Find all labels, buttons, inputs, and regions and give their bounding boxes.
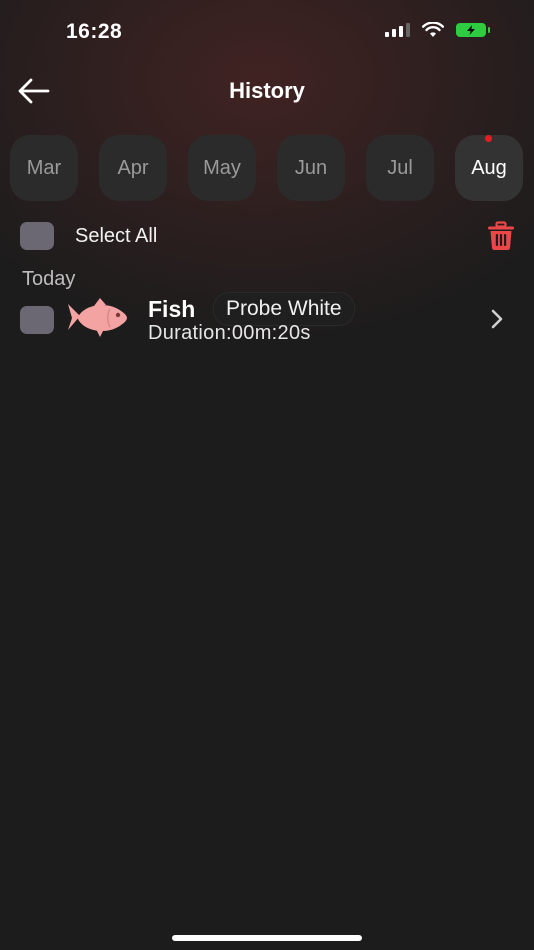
nav-bar: History [0, 64, 534, 118]
new-record-dot [485, 135, 492, 142]
month-label: Aug [471, 156, 507, 179]
select-all-label: Select All [75, 225, 158, 247]
month-tab-jul[interactable]: Jul [366, 135, 434, 201]
month-label: May [203, 156, 241, 179]
month-label: Jun [294, 156, 328, 179]
month-tab-jun[interactable]: Jun [277, 135, 345, 201]
wifi-icon [422, 22, 444, 37]
select-all-checkbox[interactable] [20, 222, 54, 250]
record-duration: Duration:00m:20s [148, 322, 311, 344]
month-tab-aug[interactable]: Aug [455, 135, 523, 201]
record-checkbox[interactable] [20, 306, 54, 334]
history-record[interactable]: Fish Probe White Duration:00m:20s [20, 290, 516, 350]
status-time: 16:28 [66, 20, 123, 43]
home-indicator[interactable] [172, 935, 362, 941]
status-icons [385, 22, 490, 38]
month-selector: Mar Apr May Jun Jul Aug [10, 135, 526, 203]
record-name: Fish [148, 296, 196, 322]
probe-badge: Probe White [213, 292, 355, 326]
page-title: History [229, 78, 305, 103]
month-label: Apr [117, 156, 149, 179]
month-label: Jul [387, 156, 413, 179]
fish-icon [68, 298, 127, 337]
trash-icon[interactable] [486, 221, 516, 251]
chevron-right-icon [491, 309, 503, 329]
select-all-row: Select All [20, 219, 516, 253]
battery-charging-icon [456, 23, 490, 37]
section-title-today: Today [22, 268, 76, 290]
cellular-signal-icon [385, 23, 410, 37]
month-label: Mar [26, 156, 62, 179]
month-tab-mar[interactable]: Mar [10, 135, 78, 201]
status-bar: 16:28 [0, 0, 534, 64]
month-tab-apr[interactable]: Apr [99, 135, 167, 201]
month-tab-may[interactable]: May [188, 135, 256, 201]
